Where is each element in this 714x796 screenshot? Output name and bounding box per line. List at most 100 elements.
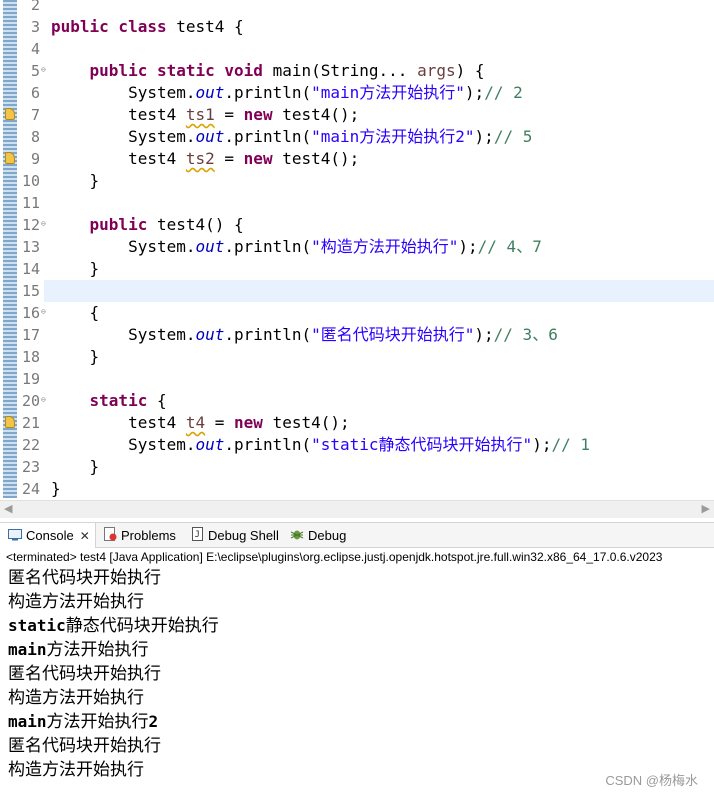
line-number: 2	[30, 0, 40, 14]
code-token: // 1	[551, 435, 590, 454]
code-token: System.	[51, 127, 196, 146]
code-line[interactable]: 10 }	[0, 170, 714, 192]
line-number: 17	[21, 326, 40, 344]
code-text: System.out.println("main方法开始执行");// 2	[51, 82, 523, 104]
output-text-part: 方法开始执行	[46, 712, 149, 732]
code-line[interactable]: 24}	[0, 478, 714, 500]
code-line[interactable]: 21 test4 t4 = new test4();	[0, 412, 714, 434]
code-line[interactable]: 16 ⊖ {	[0, 302, 714, 324]
code-line[interactable]: 17 System.out.println("匿名代码块开始执行");// 3、…	[0, 324, 714, 346]
code-line[interactable]: 11	[0, 192, 714, 214]
code-line[interactable]: 22 System.out.println("static静态代码块开始执行")…	[0, 434, 714, 456]
debug-icon	[290, 524, 304, 549]
code-token: =	[214, 105, 244, 124]
console-output-line: main方法开始执行	[8, 638, 219, 662]
code-line[interactable]: 8 System.out.println("main方法开始执行2");// 5	[0, 126, 714, 148]
code-text: {	[51, 302, 100, 324]
output-text-part: 构造方法开始执行	[8, 592, 144, 612]
code-line[interactable]: 13 System.out.println("构造方法开始执行");// 4、7	[0, 236, 714, 258]
scroll-left-icon[interactable]: ◀	[4, 502, 12, 515]
code-line[interactable]: 14 }	[0, 258, 714, 280]
line-number: 16	[21, 304, 40, 322]
code-line[interactable]: 9 test4 ts2 = new test4();	[0, 148, 714, 170]
tab-debug-label: Debug	[308, 528, 347, 543]
console-status: <terminated> test4 [Java Application] E:…	[6, 550, 663, 564]
code-token: );	[474, 127, 494, 146]
svg-text:J: J	[195, 530, 200, 540]
code-token: // 2	[484, 83, 523, 102]
code-line[interactable]: 18 }	[0, 346, 714, 368]
fold-icon[interactable]: ⊖	[41, 395, 46, 405]
code-token: test4	[51, 413, 186, 432]
fold-icon[interactable]: ⊖	[41, 65, 46, 75]
code-text: }	[51, 258, 100, 280]
scroll-right-icon[interactable]: ▶	[702, 502, 710, 515]
code-text: }	[51, 456, 100, 478]
code-line[interactable]: 3 public class test4 {	[0, 16, 714, 38]
close-icon[interactable]: ✕	[80, 529, 90, 543]
code-token: // 3、6	[493, 325, 558, 344]
horizontal-scrollbar[interactable]: ◀ ▶	[0, 500, 714, 518]
code-token: test4();	[262, 413, 350, 432]
code-line[interactable]: 15	[0, 280, 714, 302]
line-number: 15	[21, 282, 40, 300]
output-ascii-part: static	[8, 616, 66, 635]
console-icon	[8, 524, 22, 549]
code-token: static	[89, 391, 148, 410]
tab-debug[interactable]: Debug	[290, 523, 346, 548]
code-line[interactable]: 19	[0, 368, 714, 390]
code-line[interactable]: 23 }	[0, 456, 714, 478]
code-token: test4	[51, 149, 186, 168]
code-token: .println(	[224, 435, 312, 454]
code-token: }	[51, 171, 100, 190]
code-text: public test4() {	[51, 214, 244, 236]
code-line[interactable]: 6 System.out.println("main方法开始执行");// 2	[0, 82, 714, 104]
code-text: test4 ts1 = new test4();	[51, 104, 359, 126]
fold-icon[interactable]: ⊖	[41, 219, 46, 229]
code-token: .println(	[224, 83, 312, 102]
tab-problems[interactable]: Problems	[104, 523, 176, 548]
warning-icon[interactable]	[5, 108, 15, 120]
code-token: out	[195, 83, 225, 102]
code-token: out	[195, 237, 225, 256]
code-line[interactable]: 20 ⊖ static {	[0, 390, 714, 412]
tab-console[interactable]: Console ✕	[0, 523, 96, 548]
code-token: .println(	[224, 127, 312, 146]
code-token: );	[464, 83, 485, 102]
code-token: args	[417, 61, 456, 80]
code-line[interactable]: 4	[0, 38, 714, 60]
warning-icon[interactable]	[5, 416, 15, 428]
code-token: t4	[185, 413, 206, 432]
console-output[interactable]: 匿名代码块开始执行 构造方法开始执行 static静态代码块开始执行 main方法开始…	[8, 566, 219, 782]
line-number: 5	[30, 62, 40, 80]
code-token: // 5	[493, 127, 533, 146]
code-token: test4() {	[147, 215, 244, 234]
tab-console-label: Console	[26, 528, 74, 543]
code-token: );	[532, 435, 552, 454]
code-token: System.	[51, 237, 196, 256]
code-token: public static void	[89, 61, 273, 80]
code-token: "main方法开始执行"	[311, 83, 465, 102]
line-number: 24	[21, 480, 40, 498]
code-token: {	[51, 303, 100, 322]
code-line[interactable]: 12 ⊖ public test4() {	[0, 214, 714, 236]
code-line[interactable]: 2	[0, 0, 714, 16]
code-token: }	[51, 457, 100, 476]
code-token: System.	[51, 325, 196, 344]
code-line[interactable]: 7 test4 ts1 = new test4();	[0, 104, 714, 126]
console-output-line: 构造方法开始执行	[8, 590, 219, 614]
code-editor[interactable]: 2 3 public class test4 {4 5 ⊖ public static …	[0, 0, 714, 500]
code-token: .println(	[224, 325, 312, 344]
output-text-part: 匿名代码块开始执行	[8, 568, 161, 588]
code-text: }	[51, 478, 61, 500]
fold-icon[interactable]: ⊖	[41, 307, 46, 317]
code-token: .println(	[224, 237, 312, 256]
line-number: 23	[21, 458, 40, 476]
code-line[interactable]: 5 ⊖ public static void main(String... arg…	[0, 60, 714, 82]
code-token: }	[51, 347, 100, 366]
warning-icon[interactable]	[5, 152, 15, 164]
tab-debug-shell[interactable]: J Debug Shell	[192, 523, 279, 548]
console-output-line: 构造方法开始执行	[8, 758, 219, 782]
